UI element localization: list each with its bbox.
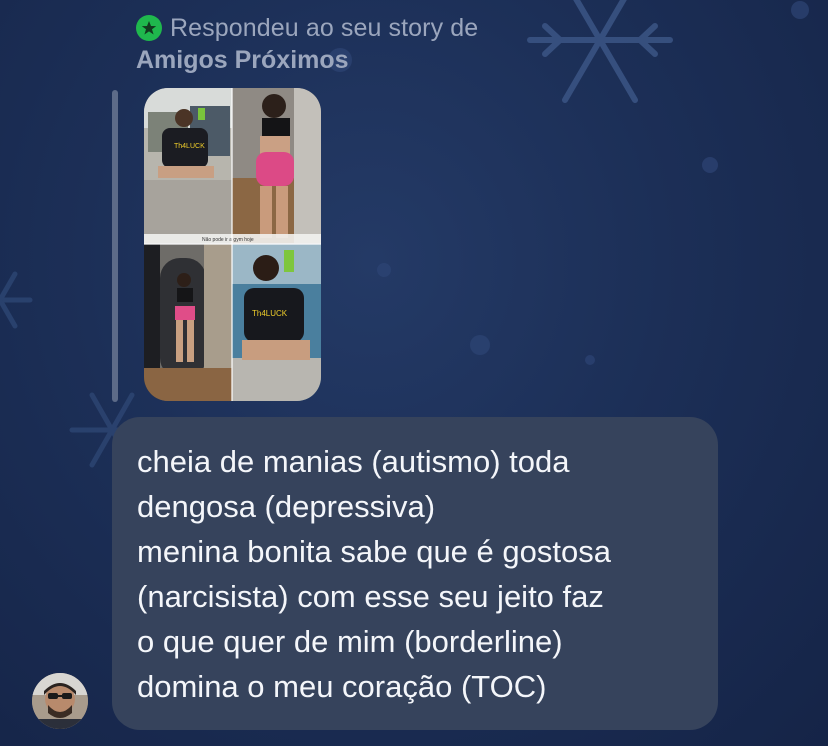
- message-bubble[interactable]: cheia de manias (autismo) toda dengosa (…: [112, 417, 718, 730]
- story-reply-line: Respondeu ao seu story de: [136, 12, 478, 44]
- message-line: dengosa (depressiva): [137, 489, 436, 524]
- quote-bar: [112, 90, 118, 402]
- shirt-text: Th4LUCK: [252, 309, 288, 318]
- message-line: cheia de manias (autismo) toda: [137, 444, 570, 479]
- story-reply-label: Respondeu ao seu story de: [170, 13, 479, 42]
- close-friends-star-icon: [136, 15, 162, 41]
- story-collage-image: Th4LUCK Não pode ir a gym hoje Th4LUCK: [144, 88, 321, 401]
- story-caption: Não pode ir a gym hoje: [202, 237, 254, 243]
- message-line: (narcisista) com esse seu jeito faz: [137, 579, 604, 614]
- avatar-image: [32, 673, 88, 729]
- story-reply-header: Respondeu ao seu story de Amigos Próximo…: [136, 12, 478, 75]
- snowflake-icon: [0, 271, 33, 329]
- snowflake-icon: [527, 0, 673, 103]
- message-line: menina bonita sabe que é gostosa: [137, 534, 611, 569]
- message-line: domina o meu coração (TOC): [137, 669, 547, 704]
- avatar[interactable]: [32, 673, 88, 729]
- shirt-text: Th4LUCK: [174, 143, 205, 150]
- message-line: o que quer de mim (borderline): [137, 624, 563, 659]
- close-friends-label: Amigos Próximos: [136, 46, 349, 74]
- story-thumbnail[interactable]: Th4LUCK Não pode ir a gym hoje Th4LUCK: [144, 88, 321, 401]
